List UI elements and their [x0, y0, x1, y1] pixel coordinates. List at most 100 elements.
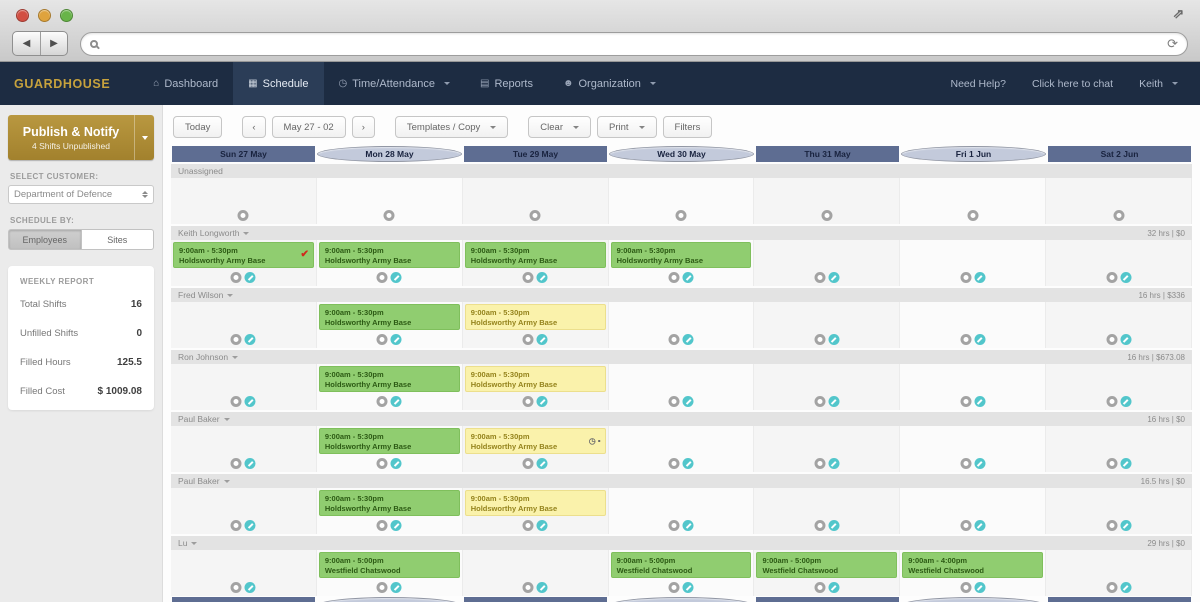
- schedule-cell[interactable]: [171, 488, 317, 534]
- repeat-shift-icon[interactable]: [536, 396, 548, 407]
- schedule-cell[interactable]: 9:00am - 5:30pm Holdsworthy Army Base: [462, 364, 609, 410]
- schedule-cell[interactable]: [900, 364, 1047, 410]
- repeat-shift-icon[interactable]: [828, 458, 840, 469]
- repeat-shift-icon[interactable]: [1120, 396, 1132, 407]
- shift-card[interactable]: 9:00am - 5:30pm Holdsworthy Army Base: [318, 366, 460, 392]
- repeat-shift-icon[interactable]: [1120, 272, 1132, 283]
- day-header[interactable]: Thu 31 May: [756, 146, 899, 162]
- add-shift-icon[interactable]: [230, 334, 242, 345]
- publish-notify-button[interactable]: Publish & Notify 4 Shifts Unpublished: [8, 115, 154, 160]
- add-shift-icon[interactable]: [1106, 272, 1118, 283]
- shift-card[interactable]: 9:00am - 5:30pm Holdsworthy Army Base: [464, 366, 606, 392]
- schedule-cell[interactable]: 9:00am - 5:30pm Holdsworthy Army Base: [462, 302, 609, 348]
- toggle-sites-button[interactable]: Sites: [81, 229, 154, 250]
- schedule-cell[interactable]: [1046, 302, 1193, 348]
- prev-week-button[interactable]: ‹: [242, 116, 266, 138]
- schedule-cell[interactable]: [171, 178, 317, 224]
- add-shift-icon[interactable]: [960, 582, 972, 593]
- repeat-shift-icon[interactable]: [1120, 458, 1132, 469]
- nav-item-dashboard[interactable]: ⌂ Dashboard: [138, 62, 233, 105]
- repeat-shift-icon[interactable]: [536, 458, 548, 469]
- nav-item-time-attendance[interactable]: ◷ Time/Attendance: [324, 62, 465, 105]
- schedule-cell[interactable]: 9:00am - 5:30pm Holdsworthy Army Base: [316, 426, 463, 472]
- schedule-cell[interactable]: 9:00am - 5:30pm Holdsworthy Army Base: [608, 240, 755, 286]
- schedule-cell[interactable]: 9:00am - 5:00pm Westfield Chatswood: [754, 550, 901, 596]
- schedule-cell[interactable]: [171, 426, 317, 472]
- schedule-cell[interactable]: [1046, 178, 1193, 224]
- schedule-cell[interactable]: 9:00am - 5:30pm Holdsworthy Army Base: [316, 364, 463, 410]
- repeat-shift-icon[interactable]: [974, 582, 986, 593]
- employee-name[interactable]: Unassigned: [178, 166, 223, 176]
- day-header[interactable]: Tue 29 May: [464, 146, 607, 162]
- add-shift-icon[interactable]: [814, 334, 826, 345]
- add-shift-icon[interactable]: [668, 458, 680, 469]
- add-shift-icon[interactable]: [821, 210, 833, 221]
- need-help-link[interactable]: Need Help?: [950, 78, 1005, 90]
- add-shift-icon[interactable]: [814, 582, 826, 593]
- schedule-cell[interactable]: [171, 302, 317, 348]
- user-menu[interactable]: Keith: [1139, 78, 1178, 90]
- toggle-employees-button[interactable]: Employees: [8, 229, 82, 250]
- templates-copy-button[interactable]: Templates / Copy: [394, 116, 509, 138]
- date-range-button[interactable]: May 27 - 02: [271, 116, 346, 138]
- repeat-shift-icon[interactable]: [682, 582, 694, 593]
- repeat-shift-icon[interactable]: [682, 458, 694, 469]
- repeat-shift-icon[interactable]: [828, 396, 840, 407]
- schedule-cell[interactable]: 9:00am - 5:30pm Holdsworthy Army Base: [316, 240, 463, 286]
- add-shift-icon[interactable]: [376, 582, 388, 593]
- employee-name[interactable]: Paul Baker: [178, 414, 230, 424]
- shift-card[interactable]: 9:00am - 5:30pm Holdsworthy Army Base: [464, 242, 606, 268]
- shift-card[interactable]: 9:00am - 5:00pm Westfield Chatswood: [318, 552, 460, 578]
- repeat-shift-icon[interactable]: [244, 520, 256, 531]
- add-shift-icon[interactable]: [668, 334, 680, 345]
- add-shift-icon[interactable]: [1106, 520, 1118, 531]
- repeat-shift-icon[interactable]: [536, 582, 548, 593]
- repeat-shift-icon[interactable]: [1120, 520, 1132, 531]
- clear-button[interactable]: Clear: [528, 116, 591, 138]
- add-shift-icon[interactable]: [383, 210, 395, 221]
- schedule-cell[interactable]: 9:00am - 5:30pm Holdsworthy Army Base: [316, 488, 463, 534]
- add-shift-icon[interactable]: [376, 458, 388, 469]
- add-shift-icon[interactable]: [814, 396, 826, 407]
- add-shift-icon[interactable]: [522, 582, 534, 593]
- forward-button[interactable]: ▶: [40, 32, 67, 55]
- schedule-cell[interactable]: [900, 240, 1047, 286]
- repeat-shift-icon[interactable]: [974, 396, 986, 407]
- add-shift-icon[interactable]: [376, 520, 388, 531]
- add-shift-icon[interactable]: [668, 396, 680, 407]
- schedule-cell[interactable]: [900, 178, 1047, 224]
- add-shift-icon[interactable]: [522, 334, 534, 345]
- schedule-cell[interactable]: [900, 302, 1047, 348]
- shift-card[interactable]: 9:00am - 5:30pm Holdsworthy Army Base: [610, 242, 752, 268]
- employee-name[interactable]: Keith Longworth: [178, 228, 250, 238]
- repeat-shift-icon[interactable]: [244, 458, 256, 469]
- add-shift-icon[interactable]: [230, 520, 242, 531]
- schedule-cell[interactable]: [171, 550, 317, 596]
- schedule-cell[interactable]: 9:00am - 5:00pm Westfield Chatswood: [316, 550, 463, 596]
- repeat-shift-icon[interactable]: [244, 396, 256, 407]
- add-shift-icon[interactable]: [960, 520, 972, 531]
- repeat-shift-icon[interactable]: [974, 520, 986, 531]
- schedule-cell[interactable]: 9:00am - 5:30pm Holdsworthy Army Base: [462, 240, 609, 286]
- shift-card[interactable]: 9:00am - 5:30pm Holdsworthy Army Base: [318, 242, 460, 268]
- reload-icon[interactable]: ⟳: [1167, 36, 1178, 52]
- add-shift-icon[interactable]: [230, 582, 242, 593]
- repeat-shift-icon[interactable]: [828, 272, 840, 283]
- back-button[interactable]: ◀: [13, 32, 40, 55]
- add-shift-icon[interactable]: [960, 458, 972, 469]
- schedule-cell[interactable]: [608, 302, 755, 348]
- repeat-shift-icon[interactable]: [390, 582, 402, 593]
- add-shift-icon[interactable]: [376, 334, 388, 345]
- today-button[interactable]: Today: [173, 116, 223, 138]
- schedule-cell[interactable]: [608, 364, 755, 410]
- add-shift-icon[interactable]: [230, 272, 242, 283]
- schedule-cell[interactable]: [754, 240, 901, 286]
- add-shift-icon[interactable]: [967, 210, 979, 221]
- day-header[interactable]: Mon 28 May: [317, 146, 462, 162]
- add-shift-icon[interactable]: [1106, 582, 1118, 593]
- shift-card[interactable]: 9:00am - 5:00pm Westfield Chatswood: [610, 552, 752, 578]
- address-bar[interactable]: ⟳: [80, 31, 1188, 56]
- add-shift-icon[interactable]: [376, 396, 388, 407]
- nav-item-schedule[interactable]: ▦ Schedule: [233, 62, 324, 105]
- add-shift-icon[interactable]: [522, 272, 534, 283]
